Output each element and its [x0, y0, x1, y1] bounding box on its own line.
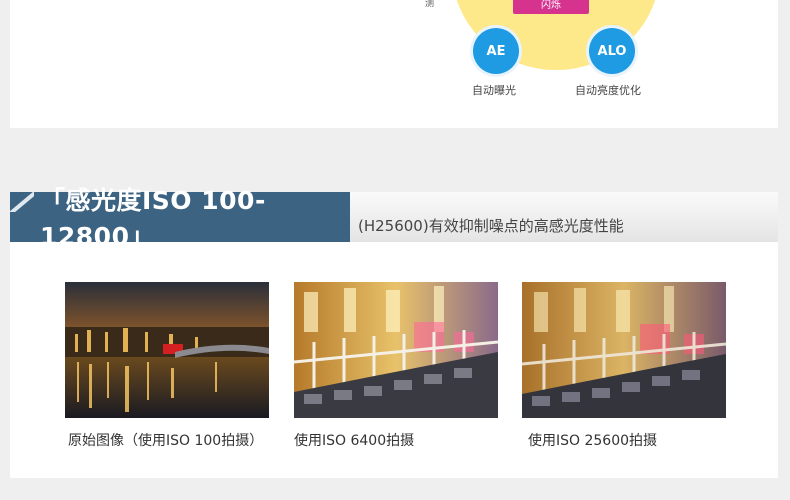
photo-iso-6400: [294, 282, 498, 418]
corner-stripe: [10, 192, 34, 212]
alo-badge: ALO: [589, 28, 635, 74]
photo-caption-iso-25600: 使用ISO 25600拍摄: [528, 433, 658, 449]
alo-caption: 自动亮度优化: [575, 84, 641, 97]
ae-badge: AE: [473, 28, 519, 74]
photo-caption-iso-100: 原始图像（使用ISO 100拍摄）: [68, 433, 264, 449]
flash-label: 闪烁: [513, 0, 589, 14]
section-subtitle: (H25600)有效抑制噪点的高感光度性能: [358, 217, 624, 235]
top-card: [10, 0, 778, 128]
photo-caption-iso-6400: 使用ISO 6400拍摄: [294, 433, 415, 449]
ae-caption: 自动曝光: [472, 84, 516, 97]
section-title-box: 「感光度ISO 100-12800」: [10, 186, 350, 251]
photo-iso-100: [65, 282, 269, 418]
photo-iso-25600: [522, 282, 726, 418]
partial-label: 测: [425, 0, 435, 9]
